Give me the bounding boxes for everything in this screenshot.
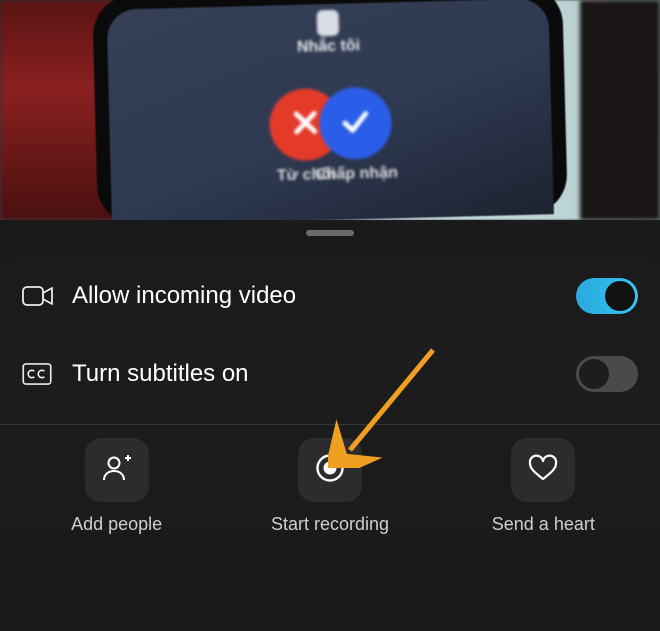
start-recording-label: Start recording: [271, 514, 389, 535]
call-options-sheet: Allow incoming video Turn subtitles on: [0, 220, 660, 631]
toggle-knob: [605, 281, 635, 311]
remote-phone-frame: Nhắc tôi Từ chối Chấ: [92, 0, 568, 226]
turn-subtitles-on-row: Turn subtitles on: [0, 338, 660, 410]
remind-me-label: Nhắc tôi: [297, 37, 361, 57]
turn-subtitles-on-toggle[interactable]: [576, 356, 638, 392]
x-icon: [287, 104, 324, 146]
add-people-button[interactable]: Add people: [17, 438, 217, 535]
allow-incoming-video-row: Allow incoming video: [0, 260, 660, 332]
heart-icon: [527, 452, 559, 489]
video-icon: [22, 284, 66, 308]
closed-captions-icon: [22, 363, 66, 385]
send-a-heart-label: Send a heart: [492, 514, 595, 535]
start-recording-button[interactable]: Start recording: [230, 438, 430, 535]
bg-right: [580, 0, 660, 220]
check-icon: [337, 102, 374, 144]
allow-incoming-video-toggle[interactable]: [576, 278, 638, 314]
accept-button: [319, 86, 393, 160]
remote-phone-screen: Nhắc tôi Từ chối Chấ: [106, 0, 554, 226]
send-a-heart-button[interactable]: Send a heart: [443, 438, 643, 535]
action-row: Add people Start recording: [0, 438, 660, 535]
allow-incoming-video-label: Allow incoming video: [66, 282, 576, 310]
turn-subtitles-on-label: Turn subtitles on: [66, 360, 576, 388]
record-icon: [314, 452, 346, 489]
divider: [0, 424, 660, 425]
accept-label: Chấp nhận: [315, 164, 398, 184]
toggle-knob: [579, 359, 609, 389]
add-people-label: Add people: [71, 514, 162, 535]
caller-thumbnail: [317, 10, 340, 37]
person-plus-icon: [101, 452, 133, 489]
sheet-grabber[interactable]: [306, 230, 354, 236]
